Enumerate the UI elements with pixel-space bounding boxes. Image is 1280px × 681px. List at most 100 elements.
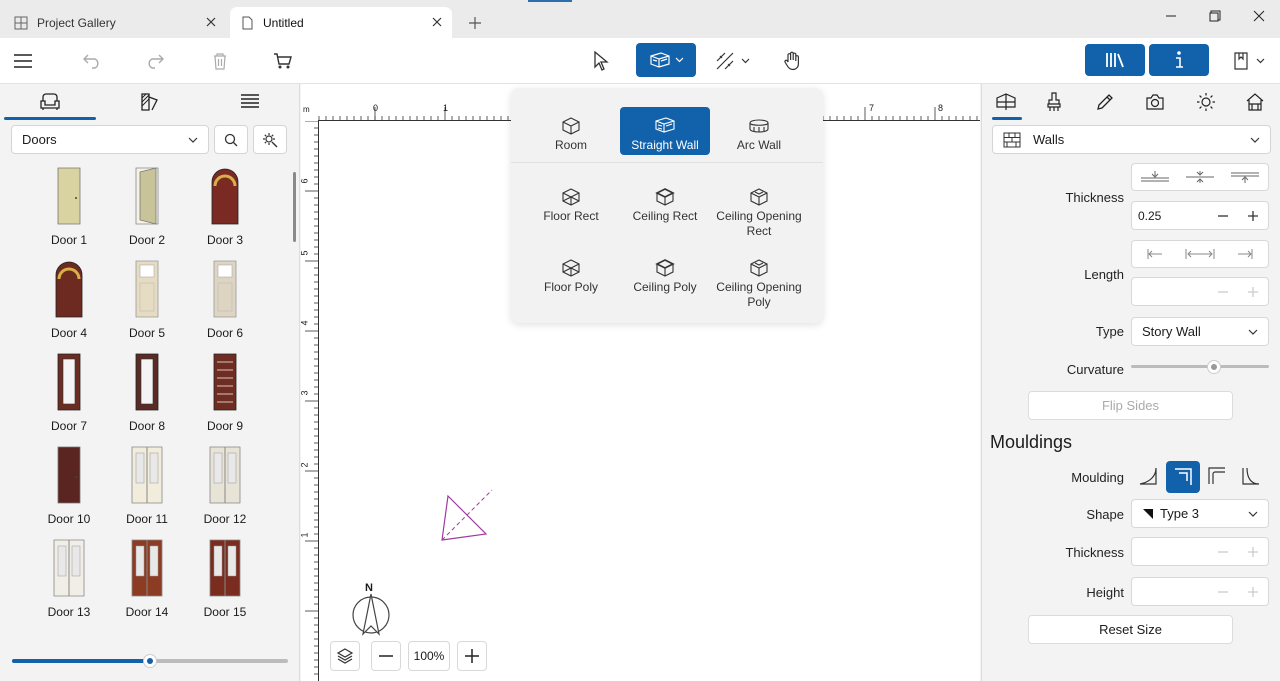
- library-item[interactable]: [108, 625, 186, 630]
- settings-button[interactable]: [253, 125, 287, 154]
- layers-button[interactable]: [330, 641, 360, 671]
- library-item[interactable]: Door 14: [108, 532, 186, 622]
- moulding-option-1[interactable]: [1133, 461, 1163, 491]
- library-item[interactable]: Door 11: [108, 439, 186, 529]
- library-button[interactable]: [1085, 44, 1145, 76]
- info-button[interactable]: [1149, 44, 1209, 76]
- plus-icon[interactable]: [1238, 210, 1268, 222]
- shape-select[interactable]: Type 3: [1131, 499, 1269, 528]
- minimize-button[interactable]: [1149, 4, 1193, 28]
- new-tab-button[interactable]: [462, 11, 488, 35]
- thickness-alignment: [1131, 163, 1269, 191]
- library-item[interactable]: Door 8: [108, 346, 186, 436]
- library-item[interactable]: Door 7: [30, 346, 108, 436]
- plus-icon[interactable]: [1238, 546, 1268, 558]
- menu-icon[interactable]: [3, 45, 43, 77]
- door-thumbnail: [213, 353, 237, 411]
- draw-wall-button[interactable]: [636, 43, 696, 77]
- scrollbar-thumb[interactable]: [293, 172, 296, 242]
- category-select[interactable]: Doors: [11, 125, 209, 154]
- library-item[interactable]: Door 13: [30, 532, 108, 622]
- ceiling-poly-tool[interactable]: Ceiling Poly: [620, 249, 710, 295]
- moulding-option-4[interactable]: [1236, 461, 1266, 491]
- export-button[interactable]: [1222, 45, 1274, 77]
- minus-icon[interactable]: [1208, 286, 1238, 298]
- ceiling-rect-tool[interactable]: Ceiling Rect: [620, 178, 710, 224]
- zoom-in-button[interactable]: [457, 641, 487, 671]
- minus-icon[interactable]: [1208, 546, 1238, 558]
- item-label: Door 15: [203, 605, 247, 619]
- room-tool[interactable]: Room: [526, 107, 616, 153]
- library-item[interactable]: [186, 625, 264, 630]
- dimension-tool-button[interactable]: [710, 45, 754, 77]
- library-item[interactable]: Door 4: [30, 253, 108, 343]
- flip-sides-button[interactable]: Flip Sides: [1028, 391, 1233, 420]
- redo-icon[interactable]: [135, 45, 175, 77]
- tab-pencil[interactable]: [1083, 84, 1127, 120]
- plus-icon[interactable]: [1238, 286, 1268, 298]
- library-item[interactable]: Door 6: [186, 253, 264, 343]
- search-button[interactable]: [214, 125, 248, 154]
- library-item[interactable]: Door 1: [30, 160, 108, 250]
- close-window-button[interactable]: [1237, 4, 1280, 28]
- type-select[interactable]: Story Wall: [1131, 317, 1269, 346]
- curvature-slider[interactable]: [1131, 365, 1269, 368]
- floor-rect-tool[interactable]: Floor Rect: [526, 178, 616, 224]
- zoom-out-button[interactable]: [371, 641, 401, 671]
- align-end-button[interactable]: [1223, 241, 1268, 267]
- arrow-both-icon: [1185, 248, 1215, 260]
- tab-materials[interactable]: [102, 84, 198, 120]
- tab-lighting[interactable]: [1184, 84, 1228, 120]
- dimension-icon: [715, 51, 735, 71]
- close-icon[interactable]: [204, 15, 218, 29]
- tab-untitled[interactable]: Untitled: [230, 7, 452, 38]
- slider-knob[interactable]: [143, 654, 157, 668]
- align-middle-button[interactable]: [1177, 241, 1222, 267]
- thickness-input[interactable]: 0.25: [1131, 201, 1269, 230]
- align-center-button[interactable]: [1177, 164, 1222, 190]
- tab-building[interactable]: [1233, 84, 1277, 120]
- align-bottom-button[interactable]: [1223, 164, 1268, 190]
- plus-icon[interactable]: [1238, 586, 1268, 598]
- floor-poly-tool[interactable]: Floor Poly: [526, 249, 616, 295]
- library-item[interactable]: Door 10: [30, 439, 108, 529]
- hand-pan-icon[interactable]: [772, 45, 812, 77]
- straight-wall-tool[interactable]: Straight Wall: [620, 107, 710, 155]
- length-input[interactable]: [1131, 277, 1269, 306]
- tab-project-gallery[interactable]: Project Gallery: [4, 7, 226, 38]
- reset-size-button[interactable]: Reset Size: [1028, 615, 1233, 644]
- minus-icon[interactable]: [1208, 210, 1238, 222]
- minus-icon[interactable]: [1208, 586, 1238, 598]
- library-item[interactable]: Door 3: [186, 160, 264, 250]
- library-item[interactable]: Door 9: [186, 346, 264, 436]
- zoom-level[interactable]: 100%: [408, 641, 450, 671]
- camera-marker[interactable]: [438, 488, 494, 544]
- library-item[interactable]: Door 2: [108, 160, 186, 250]
- moulding-thickness-input[interactable]: [1131, 537, 1269, 566]
- library-item[interactable]: Door 12: [186, 439, 264, 529]
- close-icon[interactable]: [430, 15, 444, 29]
- pointer-icon[interactable]: [581, 45, 621, 77]
- tab-paint[interactable]: [1032, 84, 1076, 120]
- library-item[interactable]: Door 15: [186, 532, 264, 622]
- library-item[interactable]: Door 5: [108, 253, 186, 343]
- tab-furniture[interactable]: [2, 84, 98, 120]
- library-item[interactable]: [30, 625, 108, 630]
- tab-list[interactable]: [202, 84, 298, 120]
- curvature-knob[interactable]: [1206, 360, 1221, 374]
- height-input[interactable]: [1131, 577, 1269, 606]
- ceiling-opening-rect-tool[interactable]: Ceiling Opening Rect: [714, 178, 804, 239]
- undo-icon[interactable]: [72, 45, 112, 77]
- align-start-button[interactable]: [1132, 241, 1177, 267]
- cart-icon[interactable]: [263, 45, 303, 77]
- tab-camera[interactable]: [1133, 84, 1177, 120]
- ceiling-opening-poly-tool[interactable]: Ceiling Opening Poly: [714, 249, 804, 310]
- moulding-option-2[interactable]: [1166, 461, 1200, 493]
- object-type-select[interactable]: Walls: [992, 125, 1271, 154]
- moulding-option-3[interactable]: [1202, 461, 1232, 491]
- tab-wall-properties[interactable]: [984, 84, 1028, 120]
- maximize-button[interactable]: [1193, 4, 1237, 28]
- align-top-button[interactable]: [1132, 164, 1177, 190]
- arc-wall-tool[interactable]: Arc Wall: [714, 107, 804, 153]
- trash-icon[interactable]: [200, 45, 240, 77]
